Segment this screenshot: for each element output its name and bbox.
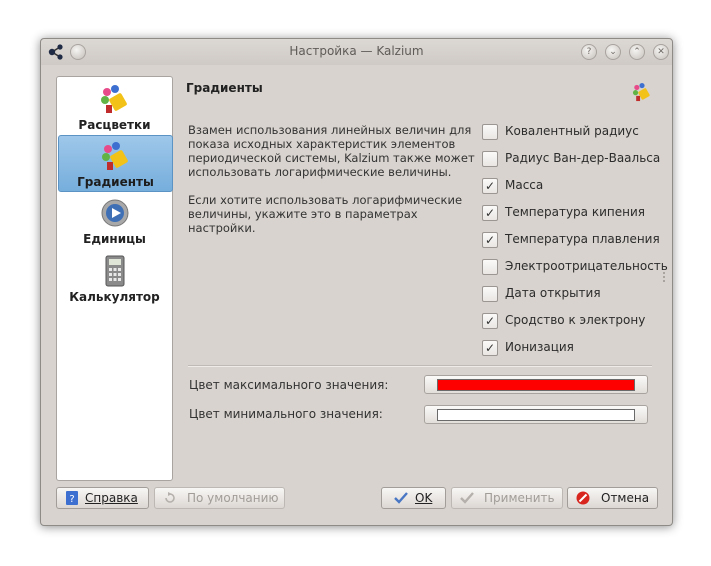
checkbox-label: Ионизация — [505, 340, 574, 354]
cancel-button-label: Отмена — [601, 491, 650, 505]
min-color-swatch — [437, 409, 635, 421]
scroll-grip-icon — [662, 271, 666, 283]
checkbox-box[interactable]: ✓ — [482, 205, 498, 221]
maximize-button[interactable]: ⌃ — [629, 44, 645, 60]
palette-icon — [101, 85, 127, 113]
max-color-button[interactable] — [424, 375, 648, 394]
checkbox-box[interactable]: ✓ — [482, 313, 498, 329]
defaults-button[interactable]: По умолчанию — [154, 487, 285, 509]
checkbox-box[interactable]: ✓ — [482, 178, 498, 194]
checkbox-label: Ковалентный радиус — [505, 124, 639, 138]
description-paragraph: Взамен использования линейных величин дл… — [188, 123, 475, 179]
checkbox-label: Дата открытия — [505, 286, 601, 300]
svg-text:?: ? — [69, 494, 74, 505]
minimize-button[interactable]: ⌄ — [605, 44, 621, 60]
defaults-button-label: По умолчанию — [187, 491, 279, 505]
apply-button-label: Применить — [484, 491, 555, 505]
help-icon: ? — [66, 491, 78, 505]
max-color-swatch — [437, 379, 635, 391]
ok-button-label: OK — [415, 491, 433, 505]
checkbox-label: Масса — [505, 178, 544, 192]
calculator-icon — [105, 255, 125, 287]
checkbox-label: Радиус Ван-дер-Ваальса — [505, 151, 661, 165]
sidebar-item-colors[interactable]: Расцветки — [58, 79, 171, 134]
palette-icon — [632, 82, 650, 102]
cancel-icon — [576, 491, 590, 505]
min-color-button[interactable] — [424, 405, 648, 424]
apply-button[interactable]: Применить — [451, 487, 563, 509]
palette-icon — [102, 142, 128, 170]
sidebar-item-calculator[interactable]: Калькулятор — [58, 251, 171, 306]
gear-icon — [101, 199, 129, 227]
checkbox-box[interactable]: ✓ — [482, 340, 498, 356]
help-button-label: Справка — [85, 491, 138, 505]
ok-button[interactable]: OK — [381, 487, 446, 509]
checkbox-label: Электроотрицательность — [505, 259, 668, 273]
checkbox-label: Температура плавления — [505, 232, 660, 246]
window-title: Настройка — Kalzium — [289, 44, 424, 58]
description-text: Взамен использования линейных величин дл… — [188, 123, 478, 249]
checkmark-icon — [460, 492, 474, 504]
close-button[interactable]: ✕ — [653, 44, 669, 60]
page-list: Расцветки Градиенты Единицы Калькулятор — [56, 76, 173, 481]
sidebar-item-units[interactable]: Единицы — [58, 193, 171, 248]
checkmark-icon — [394, 492, 408, 504]
checkbox-box[interactable] — [482, 124, 498, 140]
cancel-button[interactable]: Отмена — [567, 487, 658, 509]
max-color-label: Цвет максимального значения: — [189, 378, 389, 392]
checkbox-box[interactable] — [482, 259, 498, 275]
checkbox-label: Температура кипения — [505, 205, 645, 219]
sidebar-item-label: Градиенты — [77, 175, 154, 189]
checkbox-label: Сродство к электрону — [505, 313, 646, 327]
checkbox-box[interactable] — [482, 151, 498, 167]
separator — [188, 365, 652, 367]
checkbox-box[interactable]: ✓ — [482, 232, 498, 248]
title-bar[interactable]: Настройка — Kalzium ? ⌄ ⌃ ✕ — [41, 39, 672, 65]
sidebar-item-label: Единицы — [83, 232, 146, 246]
help-button[interactable]: ? Справка — [56, 487, 149, 509]
reset-icon — [165, 492, 175, 503]
page-title: Градиенты — [186, 81, 263, 95]
description-paragraph: Если хотите использовать логарифмические… — [188, 193, 463, 235]
checkbox-box[interactable] — [482, 286, 498, 302]
sidebar-item-gradients[interactable]: Градиенты — [58, 135, 173, 192]
min-color-label: Цвет минимального значения: — [189, 407, 383, 421]
sidebar-item-label: Калькулятор — [69, 290, 160, 304]
settings-dialog: Настройка — Kalzium ? ⌄ ⌃ ✕ Расцветки Гр… — [40, 38, 673, 526]
sidebar-item-label: Расцветки — [78, 118, 151, 132]
help-title-button[interactable]: ? — [581, 44, 597, 60]
